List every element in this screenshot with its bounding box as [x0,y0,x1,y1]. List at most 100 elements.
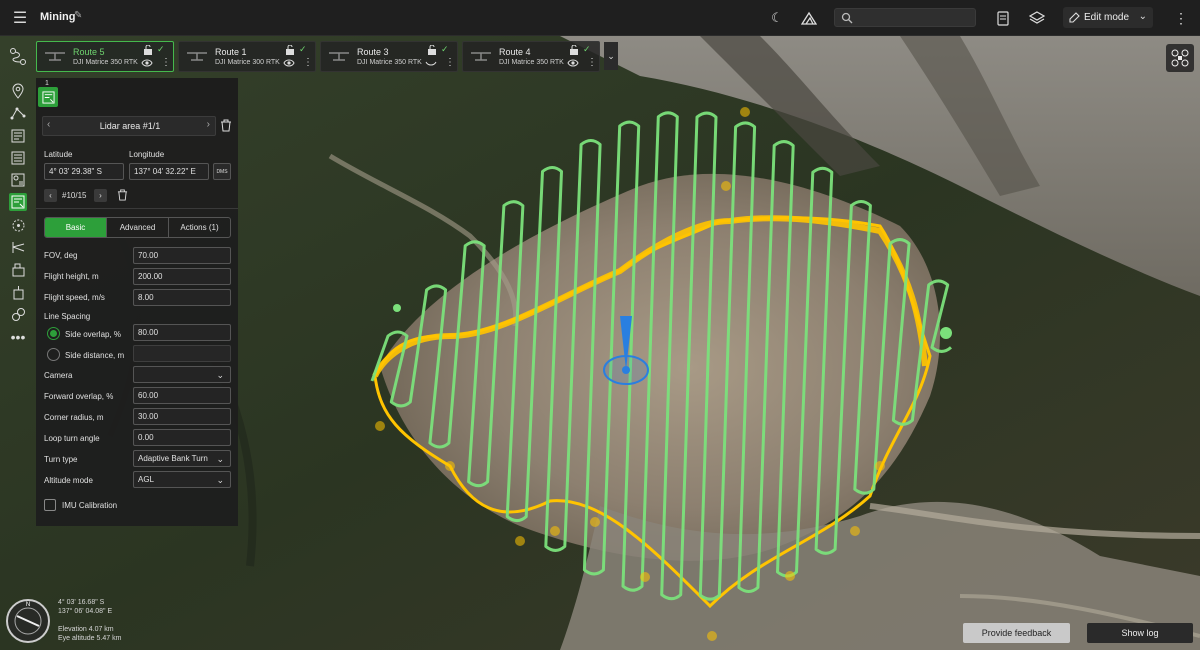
waypoint-marker [740,107,750,117]
chevron-down-icon: ⌄ [216,475,224,485]
add-route-icon[interactable] [9,46,27,68]
search-input[interactable] [857,11,971,25]
waypoint-marker [515,536,525,546]
more-horizontal-icon[interactable]: ••• [9,328,27,346]
notes-icon[interactable] [995,9,1011,27]
corridor-icon[interactable] [9,238,27,256]
more-vertical-icon[interactable]: ⋮ [587,57,597,69]
waypoint-marker [785,571,795,581]
forward-overlap-label: Forward overlap, % [44,392,114,401]
drone-widget-icon[interactable] [1166,44,1194,72]
more-vertical-icon[interactable]: ⋮ [303,57,313,69]
turn-type-label: Turn type [44,455,78,464]
turn-type-select[interactable]: Adaptive Bank Turn ⌄ [133,450,231,467]
building-scan-icon[interactable] [9,260,27,278]
chevron-down-icon: ⌄ [216,370,224,380]
route-model: DJI Matrice 300 RTK [215,59,280,66]
cursor-latitude: 4° 03' 16.68" S [58,599,105,606]
mission-tab-index: 1 [45,80,49,87]
more-vertical-icon[interactable]: ⋮ [445,57,455,69]
more-vertical-icon[interactable]: ⋮ [161,57,171,69]
side-overlap-input[interactable]: 80.00 [133,324,231,341]
latitude-input[interactable]: 4° 03' 29.38" S [44,163,124,180]
camera-label: Camera [44,371,73,380]
terrain-icon[interactable] [800,9,818,27]
side-distance-label: Side distance, m [65,351,125,360]
chevron-down-icon[interactable]: ⌄ [604,42,618,70]
route-tab[interactable]: Route 4 DJI Matrice 350 RTK ✓ ⋮ [462,41,600,72]
orbit-icon[interactable] [9,216,27,234]
compass-north-label: N [26,602,30,608]
check-icon: ✓ [583,44,591,54]
route-tab[interactable]: Route 1 DJI Matrice 300 RTK ✓ ⋮ [178,41,316,72]
eye-altitude-readout: Eye altitude 5.47 km [58,635,122,642]
drone-icon [329,52,349,61]
area-mission-icon[interactable] [9,127,27,145]
facade-mission-icon[interactable] [9,149,27,167]
grid-mission-icon[interactable] [9,171,27,189]
trash-icon[interactable] [220,119,232,132]
route-tabs: Route 5 DJI Matrice 350 RTK ✓ ⋮ Route 1 … [36,41,618,73]
more-vertical-icon[interactable]: ⋮ [1174,8,1188,28]
waypoint-icon[interactable] [9,82,27,100]
unlock-icon[interactable] [569,45,579,55]
forward-overlap-input[interactable]: 60.00 [133,387,231,404]
edit-name-icon[interactable]: ✎ [74,10,82,21]
loop-turn-angle-label: Loop turn angle [44,434,100,443]
tower-scan-icon[interactable] [9,283,27,301]
altitude-mode-value: AGL [138,475,155,484]
tab-advanced[interactable]: Advanced [107,218,169,237]
side-distance-radio[interactable] [47,348,60,361]
side-distance-input[interactable] [133,345,231,362]
search-box[interactable] [834,8,976,27]
imu-calibration-checkbox[interactable] [44,499,56,511]
next-waypoint-button[interactable]: › [94,189,107,202]
camera-select[interactable]: ⌄ [133,366,231,383]
prev-waypoint-button[interactable]: ‹ [44,189,57,202]
start-point [393,304,401,312]
coordinate-readout: 4° 03' 16.68" S 137° 06' 04.08" E Elevat… [58,598,121,643]
chevron-right-icon[interactable]: › [207,119,210,130]
trash-icon[interactable] [117,189,128,201]
provide-feedback-button[interactable]: Provide feedback [963,623,1070,643]
edit-mode-label: Edit mode [1084,12,1130,23]
flight-speed-input[interactable]: 8.00 [133,289,231,306]
corner-radius-input[interactable]: 30.00 [133,408,231,425]
route-tab[interactable]: Route 3 DJI Matrice 350 RTK ✓ ⋮ [320,41,458,72]
check-icon: ✓ [299,44,307,54]
loop-turn-angle-input[interactable]: 0.00 [133,429,231,446]
longitude-input[interactable]: 137° 04' 32.22" E [129,163,209,180]
drone-icon [187,52,207,61]
dms-toggle-button[interactable]: DMS [213,163,231,180]
tab-basic[interactable]: Basic [45,218,107,237]
lidar-mission-tab-icon[interactable] [38,87,58,107]
show-log-button[interactable]: Show log [1087,623,1193,643]
tab-actions[interactable]: Actions (1) [169,218,230,237]
route-name: Route 4 [499,47,531,57]
altitude-mode-select[interactable]: AGL ⌄ [133,471,231,488]
eye-hidden-icon[interactable] [425,58,437,68]
route-tab[interactable]: Route 5 DJI Matrice 350 RTK ✓ ⋮ [36,41,174,72]
fov-input[interactable]: 70.00 [133,247,231,264]
flight-height-input[interactable]: 200.00 [133,268,231,285]
eye-icon[interactable] [567,58,579,68]
eye-icon[interactable] [141,58,153,68]
eye-icon[interactable] [283,58,295,68]
unlock-icon[interactable] [285,45,295,55]
edit-mode-dropdown[interactable]: Edit mode ⌄ [1063,7,1153,28]
night-mode-icon[interactable]: ☾ [768,9,786,27]
layers-icon[interactable] [1028,9,1046,27]
top-bar: ☰ Mining ✎ ☾ Edit mode ⌄ ⋮ [0,0,1200,36]
polyline-icon[interactable] [9,104,27,122]
lidar-mission-icon[interactable] [9,193,27,211]
flight-speed-label: Flight speed, m/s [44,293,105,302]
menu-icon[interactable]: ☰ [10,8,30,28]
unlock-icon[interactable] [427,45,437,55]
route-model: DJI Matrice 350 RTK [73,59,138,66]
shapes-icon[interactable] [9,305,27,323]
side-overlap-radio[interactable] [47,327,60,340]
drone-icon [45,52,65,61]
unlock-icon[interactable] [143,45,153,55]
compass-icon[interactable]: N [5,598,51,644]
mission-settings-panel: ‹ Lidar area #1/1 › Latitude Longitude 4… [36,110,238,526]
